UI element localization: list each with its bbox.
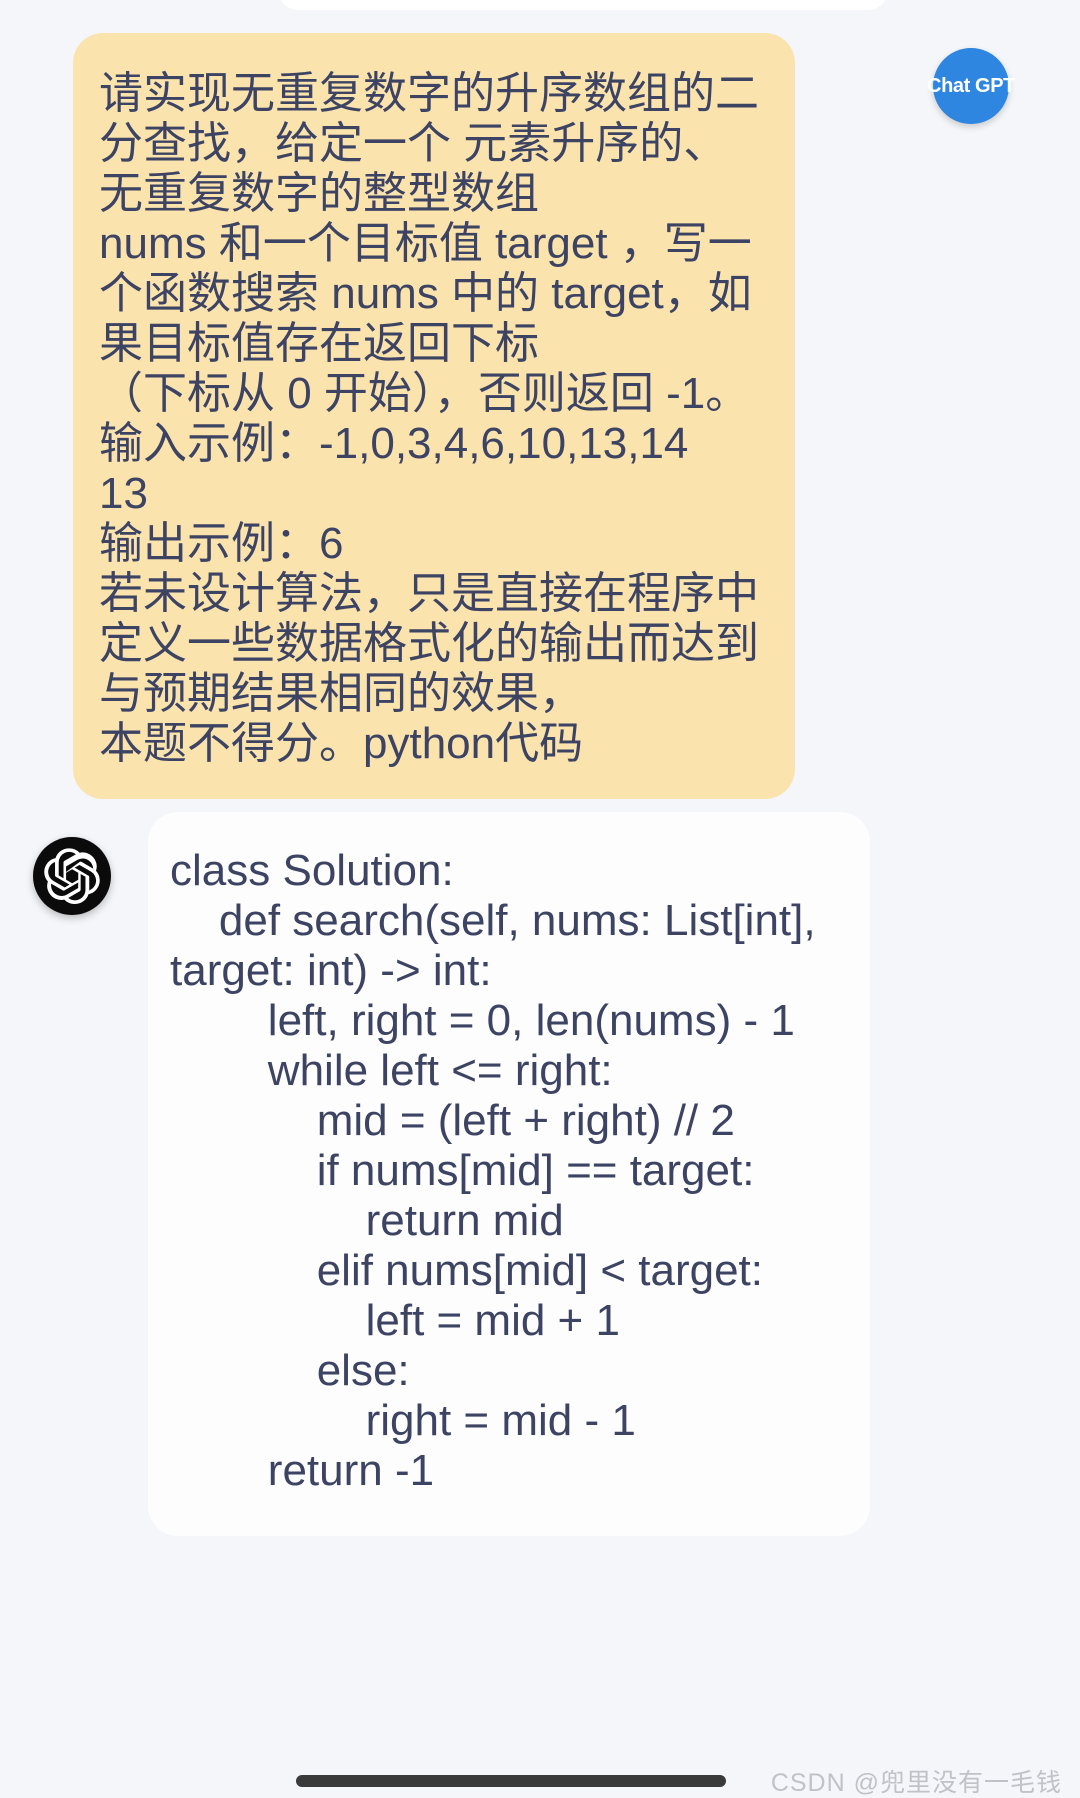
user-message-text: 请实现无重复数字的升序数组的二分查找，给定一个 元素升序的、无重复数字的整型数组… [99,69,759,768]
user-message-bubble[interactable]: 请实现无重复数字的升序数组的二分查找，给定一个 元素升序的、无重复数字的整型数组… [73,33,795,799]
csdn-watermark: CSDN @兜里没有一毛钱 [770,1769,1062,1797]
assistant-message-bubble[interactable]: class Solution: def search(self, nums: L… [148,812,870,1536]
home-indicator-bar[interactable] [296,1775,726,1787]
openai-logo-icon [33,837,111,915]
previous-message-bubble-partial[interactable] [278,0,888,10]
user-avatar-label: Chat GPT [927,74,1015,97]
assistant-code-block: class Solution: def search(self, nums: L… [170,846,816,1495]
chat-gpt-circle-icon[interactable]: Chat GPT [927,48,1015,124]
user-message-row: 请实现无重复数字的升序数组的二分查找，给定一个 元素升序的、无重复数字的整型数组… [0,33,1080,799]
chat-screen: 请实现无重复数字的升序数组的二分查找，给定一个 元素升序的、无重复数字的整型数组… [0,0,1080,1798]
